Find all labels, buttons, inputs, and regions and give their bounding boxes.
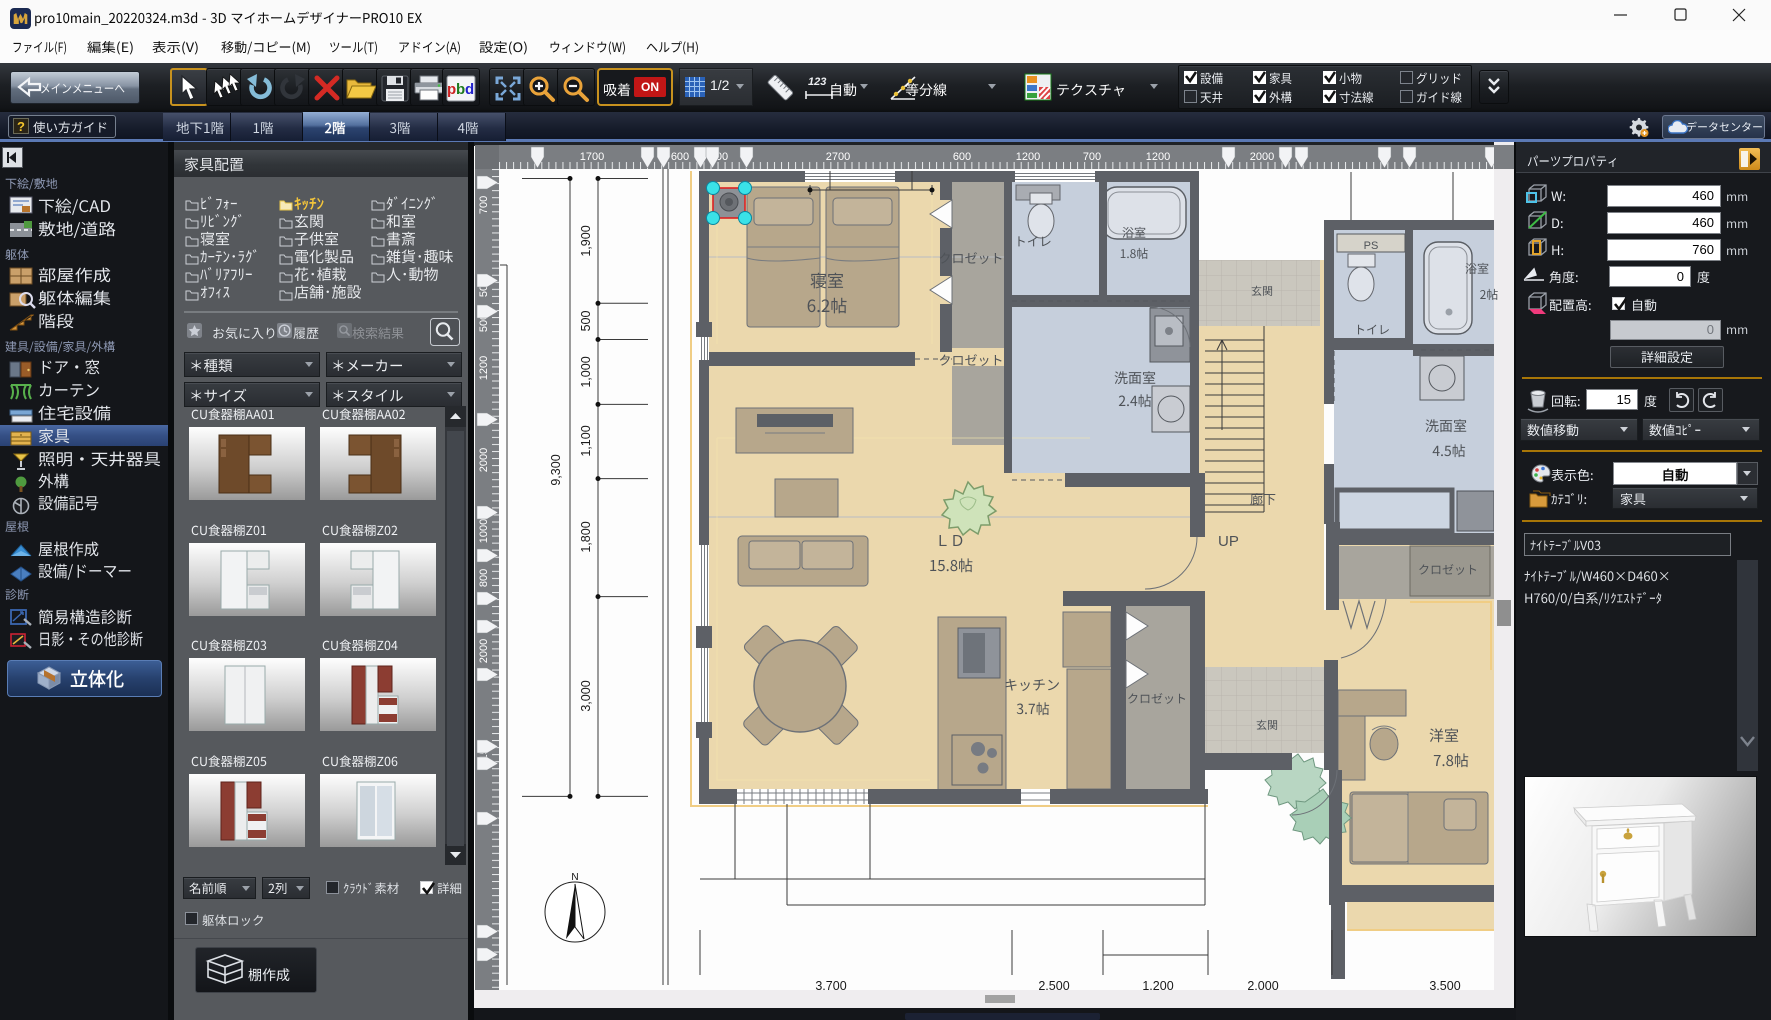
svg-text:1,100: 1,100 [579,425,593,456]
svg-text:3,000: 3,000 [579,680,593,711]
svg-text:b: b [456,81,465,98]
svg-text:1,000: 1,000 [579,356,593,387]
svg-text:1200: 1200 [1016,151,1040,163]
svg-text:PS: PS [1364,240,1379,252]
svg-text:N: N [571,872,578,883]
svg-text:UP: UP [1218,533,1239,550]
svg-text:1700: 1700 [580,151,604,163]
svg-text:2000: 2000 [478,639,490,663]
svg-text:123: 123 [808,76,826,88]
svg-text:d: d [465,81,474,98]
svg-text:1200: 1200 [478,356,490,380]
svg-text:700: 700 [478,196,490,214]
svg-text:2000: 2000 [1250,151,1274,163]
svg-text:800: 800 [478,569,490,587]
svg-text:1,800: 1,800 [579,521,593,552]
svg-text:500: 500 [579,311,593,332]
svg-text:2000: 2000 [478,448,490,472]
svg-text:1000: 1000 [478,519,490,543]
svg-text:9,300: 9,300 [549,454,563,485]
svg-text:p: p [447,81,456,98]
svg-text:600: 600 [671,151,689,163]
svg-text:1200: 1200 [1146,151,1170,163]
svg-text:2700: 2700 [826,151,850,163]
svg-text:600: 600 [953,151,971,163]
svg-text:1,900: 1,900 [579,225,593,256]
svg-text:700: 700 [1083,151,1101,163]
